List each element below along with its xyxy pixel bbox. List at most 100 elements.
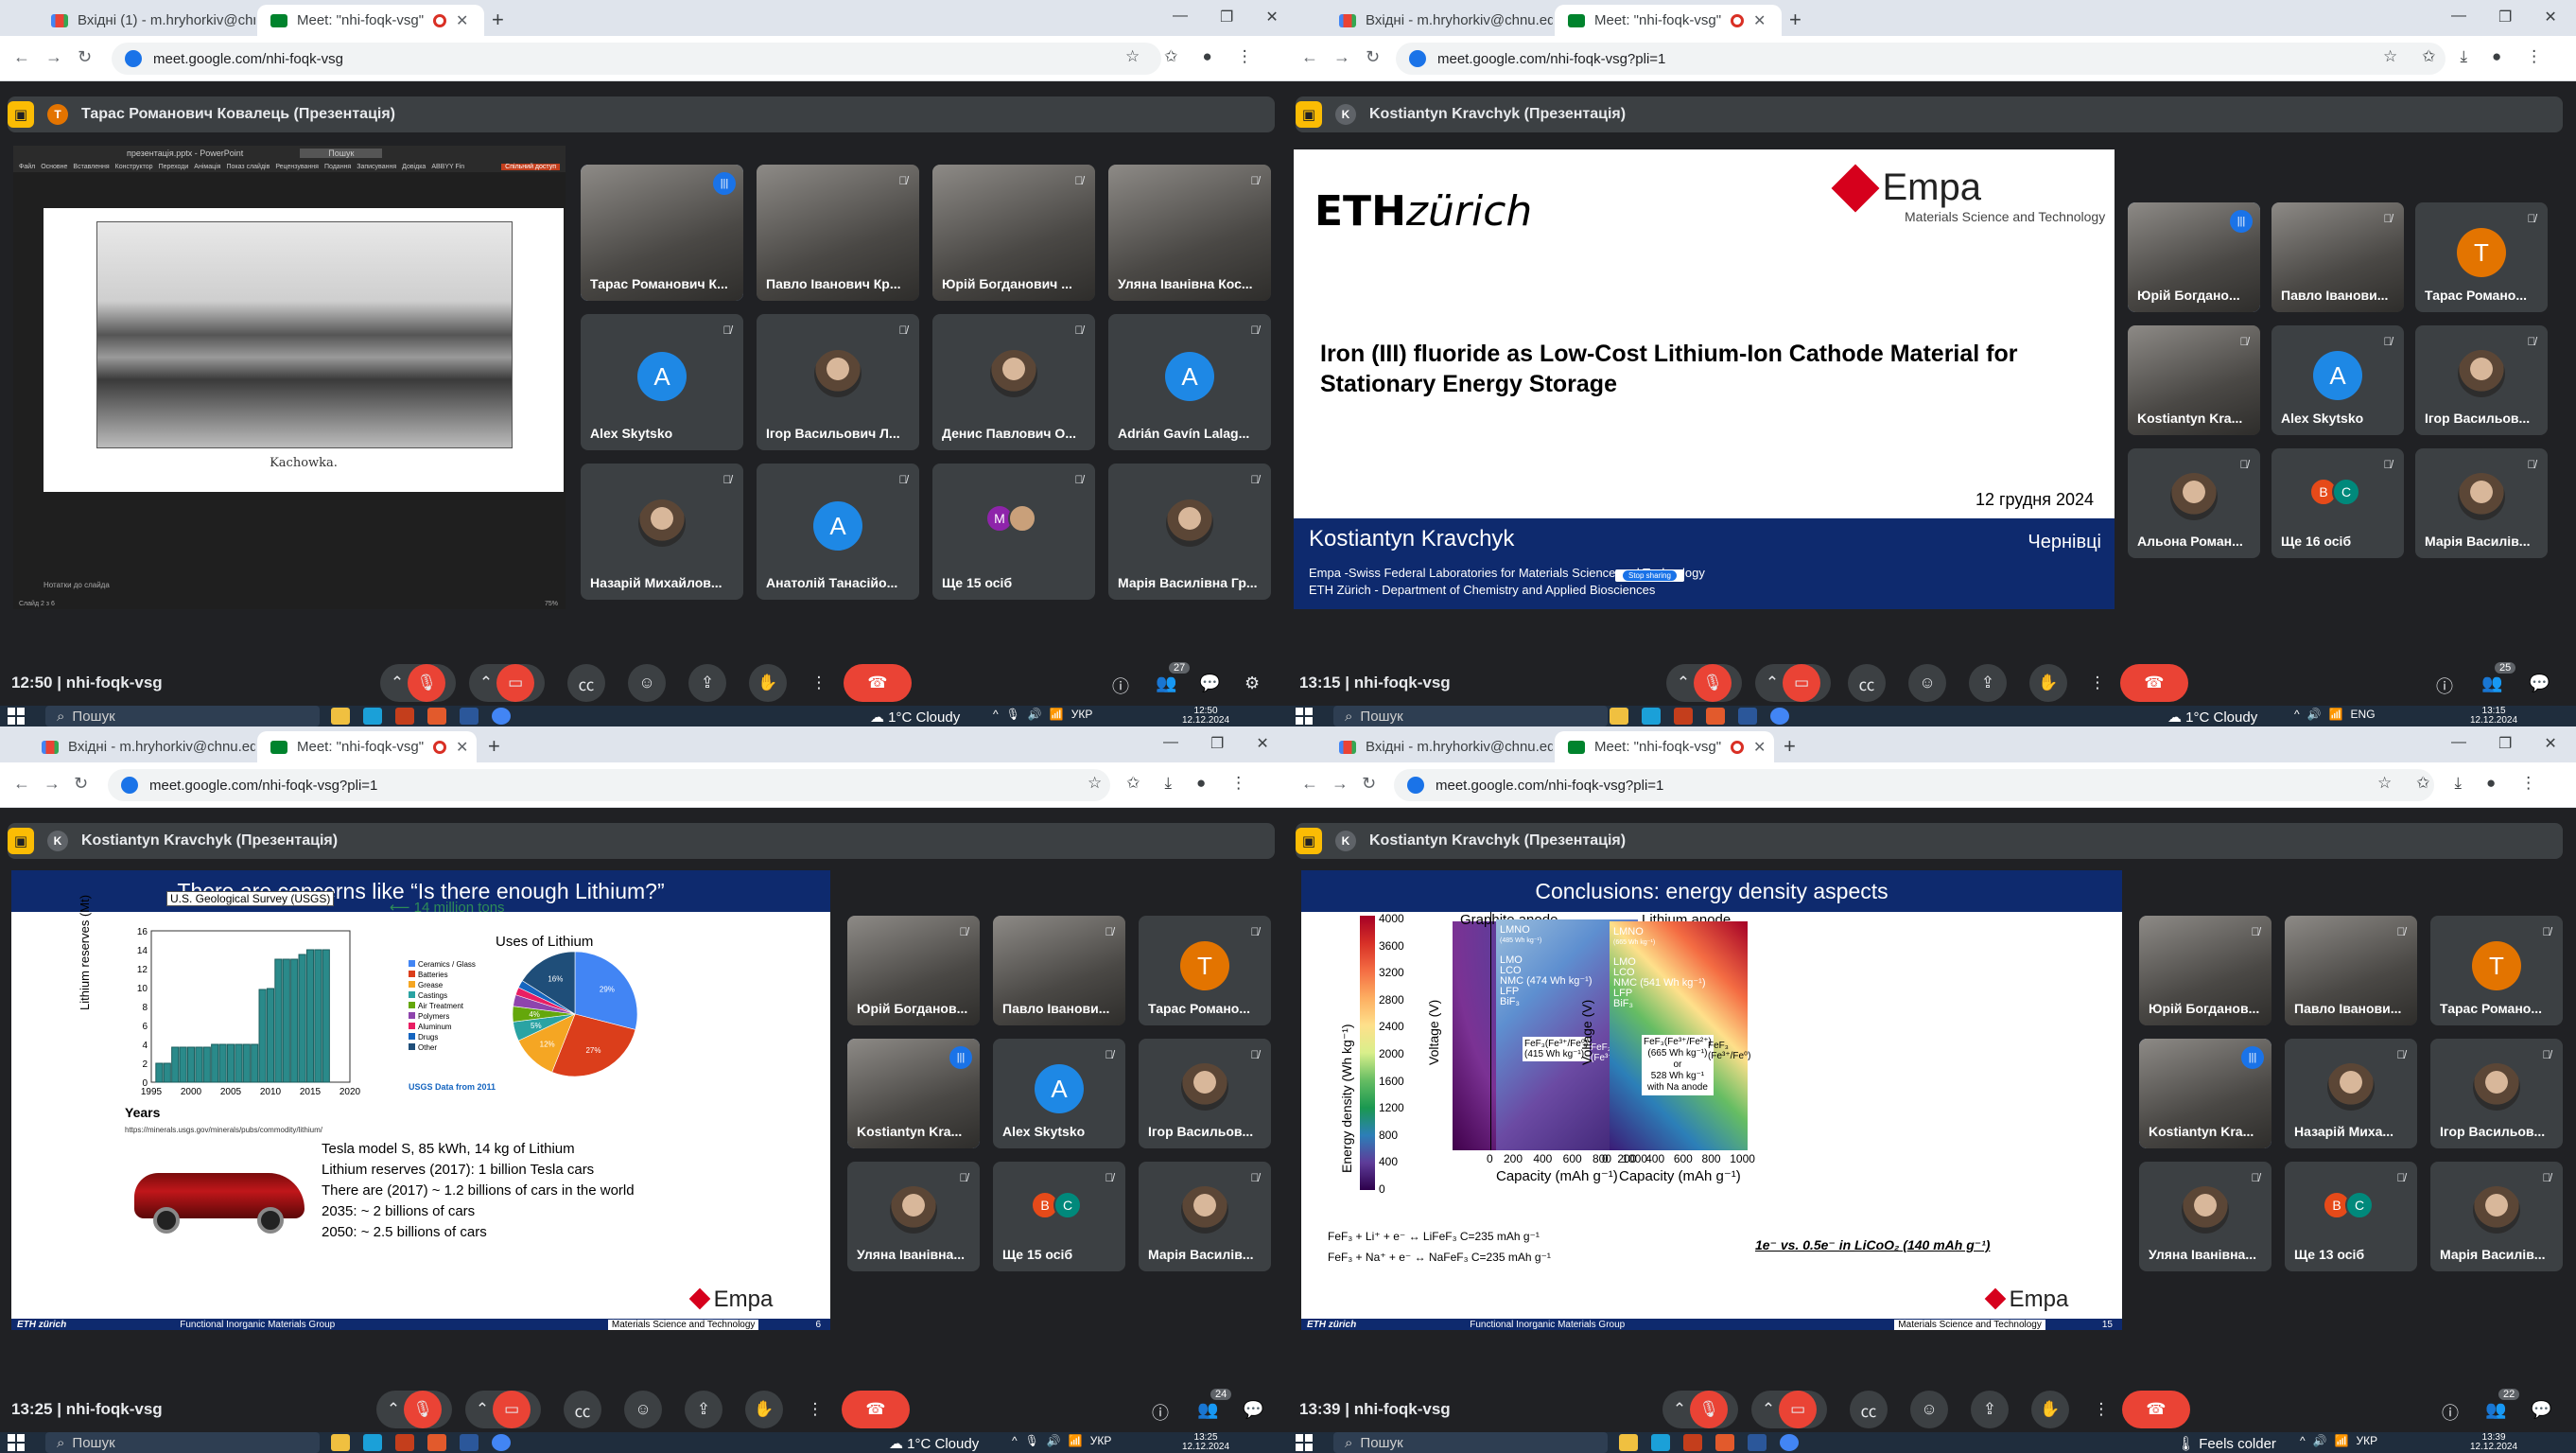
bookmark-star-icon[interactable]: ☆ xyxy=(1125,47,1140,66)
tab-meet[interactable]: Meet: "nhi-foqk-vsg" ✕ xyxy=(1555,731,1774,762)
language-indicator[interactable]: УКР xyxy=(1090,1434,1112,1447)
download-icon[interactable]: ⤓ xyxy=(2461,47,2468,66)
weather-widget[interactable]: ☁ 1°C Cloudy xyxy=(889,1435,979,1452)
participant-tile[interactable]: ||| Юрій Богдано... xyxy=(2128,202,2260,312)
favorites-icon[interactable]: ✩ xyxy=(1164,47,1177,66)
participant-tile[interactable]: 🎙̸ Юрій Богданович ... xyxy=(932,165,1095,301)
participant-tile[interactable]: 🎙̸ Марія Василів... xyxy=(2415,448,2548,558)
emoji-button[interactable]: ☺ xyxy=(624,1391,662,1428)
file-explorer-icon[interactable] xyxy=(1619,1434,1638,1451)
tray-up-icon[interactable]: ^ xyxy=(993,708,999,721)
back-icon[interactable]: ← xyxy=(13,774,30,794)
restore-button[interactable]: ❐ xyxy=(2498,734,2512,753)
participant-tile[interactable]: 🎙̸ Назарій Миха... xyxy=(2285,1039,2417,1148)
tab-meet[interactable]: Meet: "nhi-foqk-vsg" ✕ xyxy=(1555,5,1782,36)
captions-button[interactable]: ㏄ xyxy=(1850,1391,1888,1428)
ppt-notes[interactable]: Нотатки до слайда xyxy=(44,581,110,589)
address-bar[interactable]: meet.google.com/nhi-foqk-vsg?pli=1 xyxy=(108,769,1110,801)
chat-icon[interactable]: 💬 xyxy=(2531,1400,2551,1420)
info-icon[interactable]: ⓘ xyxy=(2436,674,2453,698)
ppt-menu-transitions[interactable]: Переходи xyxy=(159,164,189,170)
windows-start-icon[interactable] xyxy=(1296,708,1313,725)
participant-tile[interactable]: 🎙̸ Уляна Іванівна... xyxy=(2139,1162,2271,1271)
file-explorer-icon[interactable] xyxy=(331,708,350,725)
participant-tile[interactable]: 🎙̸ Павло Іванови... xyxy=(2271,202,2404,312)
participant-tile[interactable]: 🎙̸ Павло Іванович Кр... xyxy=(757,165,919,301)
mic-toggle-button[interactable]: ⌃ 🎙 xyxy=(1662,1391,1738,1428)
ppt-menu-abbyy[interactable]: ABBYY Fin xyxy=(431,164,464,170)
tray-up-icon[interactable]: ^ xyxy=(2294,708,2300,721)
participant-tile[interactable]: 🎙̸ Ігор Васильов... xyxy=(2415,325,2548,435)
weather-widget[interactable]: ☁ 1°C Cloudy xyxy=(870,709,960,726)
address-bar[interactable]: meet.google.com/nhi-foqk-vsg?pli=1 xyxy=(1394,769,2434,801)
language-indicator[interactable]: УКР xyxy=(1071,708,1093,721)
app-icon[interactable] xyxy=(427,708,446,725)
mic-toggle-button[interactable]: ⌃ 🎙 xyxy=(380,664,456,702)
raise-hand-button[interactable]: ✋ xyxy=(2031,1391,2069,1428)
people-icon[interactable]: 👥 27 xyxy=(1156,662,1191,693)
chrome-icon[interactable] xyxy=(492,708,511,725)
participant-tile[interactable]: 🎙̸ Kostiantyn Kra... xyxy=(2128,325,2260,435)
participant-tile[interactable]: A 🎙̸ Alex Skytsko xyxy=(993,1039,1125,1148)
taskbar-search[interactable]: ⌕ Пошук xyxy=(1333,706,1608,726)
emoji-button[interactable]: ☺ xyxy=(1910,1391,1948,1428)
tab-meet[interactable]: Meet: "nhi-foqk-vsg" ✕ xyxy=(257,5,484,36)
menu-icon[interactable]: ⋮ xyxy=(1237,47,1253,66)
present-button[interactable]: ⇪ xyxy=(688,664,726,702)
ppt-zoom[interactable]: 75% xyxy=(545,601,558,607)
profile-icon[interactable]: ● xyxy=(1203,47,1212,66)
ppt-share-button[interactable]: Спільний доступ xyxy=(501,163,560,170)
ppt-menu-animation[interactable]: Анімація xyxy=(194,164,220,170)
back-icon[interactable]: ← xyxy=(1301,774,1318,794)
restore-button[interactable]: ❐ xyxy=(1210,734,1224,753)
ppt-menu-home[interactable]: Основне xyxy=(41,164,67,170)
participant-tile[interactable]: 🎙̸ Альона Роман... xyxy=(2128,448,2260,558)
close-window-button[interactable]: ✕ xyxy=(2544,734,2556,753)
minimize-button[interactable]: — xyxy=(2451,734,2466,753)
word-icon[interactable] xyxy=(460,1434,479,1451)
app-icon[interactable] xyxy=(1715,1434,1734,1451)
new-tab-button[interactable]: + xyxy=(1784,734,1796,759)
chat-icon[interactable]: 💬 xyxy=(2529,674,2550,693)
reload-icon[interactable]: ↻ xyxy=(78,47,92,67)
ppt-search[interactable]: Пошук xyxy=(300,149,383,158)
leave-call-button[interactable]: ☎ xyxy=(2122,1391,2190,1428)
ppt-menu-design[interactable]: Конструктор xyxy=(115,164,153,170)
volume-icon[interactable]: 🔊 xyxy=(2313,1434,2327,1447)
participant-tile[interactable]: 🎙̸ Юрій Богданов... xyxy=(2139,916,2271,1025)
taskbar-search[interactable]: ⌕ Пошук xyxy=(45,1432,320,1453)
site-info-icon[interactable] xyxy=(1409,50,1426,67)
new-tab-button[interactable]: + xyxy=(1789,8,1801,32)
ppt-menu-record[interactable]: Записування xyxy=(357,164,396,170)
participant-tile[interactable]: 🎙̸ Ігор Васильович Л... xyxy=(757,314,919,450)
taskbar-clock[interactable]: 13:39 12.12.2024 xyxy=(2470,1433,2517,1452)
ppt-menu-help[interactable]: Довідка xyxy=(402,164,426,170)
info-icon[interactable]: ⓘ xyxy=(1152,1400,1169,1425)
windows-start-icon[interactable] xyxy=(8,1434,25,1451)
present-button[interactable]: ⇪ xyxy=(1971,1391,2009,1428)
camera-toggle-button[interactable]: ⌃ ▭ xyxy=(469,664,545,702)
participant-tile[interactable]: 🎙̸ Юрій Богданов... xyxy=(847,916,980,1025)
ppt-menu-view[interactable]: Подання xyxy=(324,164,351,170)
participant-tile[interactable]: 🎙̸ Павло Іванови... xyxy=(993,916,1125,1025)
forward-icon[interactable]: → xyxy=(44,774,61,794)
close-tab-icon[interactable]: ✕ xyxy=(456,738,468,757)
participant-tile[interactable]: 🎙̸ Марія Василівна Гр... xyxy=(1108,464,1271,600)
participant-tile[interactable]: A 🎙̸ Alex Skytsko xyxy=(2271,325,2404,435)
weather-widget[interactable]: 🌡 Feels colder xyxy=(2177,1435,2276,1452)
participant-tile[interactable]: 🎙̸ Уляна Іванівна... xyxy=(847,1162,980,1271)
info-icon[interactable]: ⓘ xyxy=(2442,1400,2459,1425)
taskbar-clock[interactable]: 12:50 12.12.2024 xyxy=(1182,707,1229,726)
chrome-icon[interactable] xyxy=(1780,1434,1799,1451)
tab-inbox[interactable]: Вхідні - m.hryhorkiv@chnu.edu✕ xyxy=(1326,5,1553,36)
participant-tile[interactable]: 🎙̸ Марія Василів... xyxy=(1139,1162,1271,1271)
participant-tile[interactable]: 🎙̸ Денис Павлович О... xyxy=(932,314,1095,450)
volume-icon[interactable]: 🔊 xyxy=(1047,1434,1061,1447)
new-tab-button[interactable]: + xyxy=(488,734,500,759)
participant-tile[interactable]: A 🎙̸ Adrián Gavín Lalag... xyxy=(1108,314,1271,450)
weather-widget[interactable]: ☁ 1°C Cloudy xyxy=(2167,709,2257,726)
tab-inbox[interactable]: Вхідні (1) - m.hryhorkiv@chnu.edu✕ xyxy=(38,5,255,36)
app-icon[interactable] xyxy=(427,1434,446,1451)
volume-icon[interactable]: 🔊 xyxy=(2307,708,2322,721)
wifi-icon[interactable]: 📶 xyxy=(1069,1434,1083,1447)
